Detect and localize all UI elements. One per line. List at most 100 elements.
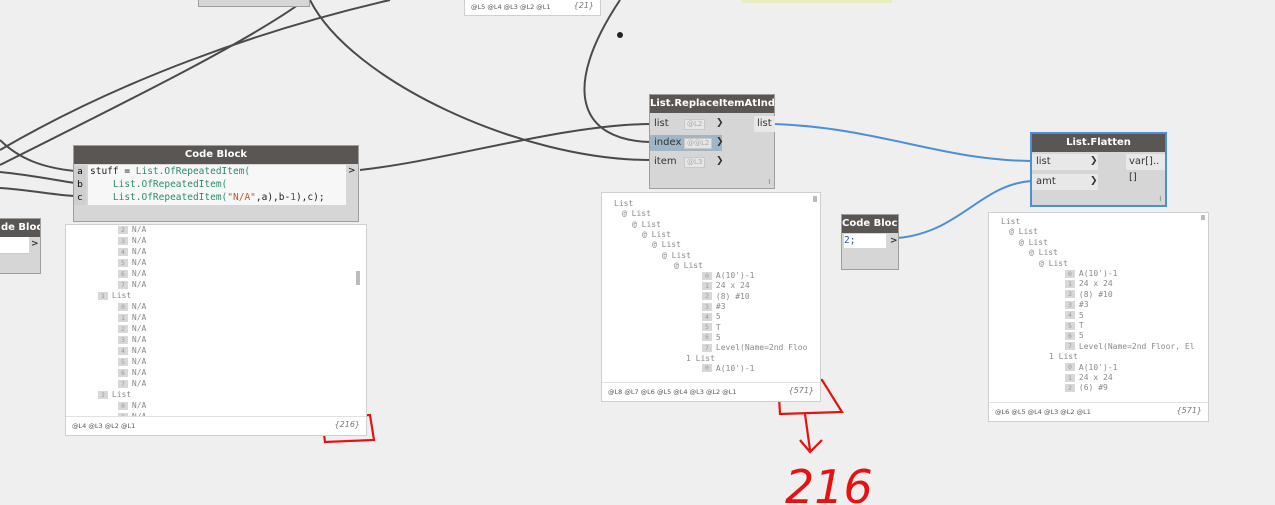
list-value: 24 x 24 [1078,279,1113,289]
list-item: @ List [662,251,691,261]
input-port-b[interactable]: b [74,179,86,192]
list-value: 5 [1078,310,1084,320]
list-item: 2 N/A [118,225,146,235]
list-index: 3 [702,302,712,311]
list-item: 1 List [686,354,715,364]
list-item: @ List [622,209,651,219]
canvas-dot [617,32,623,38]
list-item: 6 N/A [118,269,146,279]
list-value: List [614,199,634,208]
list-item: 2 (6) #9 [1065,383,1108,393]
node-title: Code Block [842,215,898,233]
list-item: 0 A(10')-1 [702,364,754,374]
list-value: 1 List [1049,352,1078,362]
preview-levels: @L5 @L4 @L3 @L2 @L1 [471,3,551,11]
list-item: 0 N/A [118,302,146,312]
code-block-preview[interactable]: 2 N/A 3 N/A 4 N/A 5 N/A 6 N/A 7 N/A 1 List 0 N/A 1 N/A 2 N/… [65,224,367,436]
list-item: @ List [1029,248,1058,258]
top-node-partial[interactable] [198,0,310,7]
list-index: 1 [118,313,128,322]
note-partial[interactable] [742,0,892,3]
list-value: N/A [131,225,147,234]
wire-active [774,123,1032,162]
list-item: 7 N/A [118,379,146,389]
list-index: 5 [118,357,128,366]
preview-count: {21} [573,1,594,10]
wire [309,0,651,161]
input-port-a[interactable]: a [74,166,86,179]
scrollbar[interactable] [356,271,360,285]
list-item: @ List [642,230,671,240]
list-item: 65 [1065,331,1084,341]
output-port-var[interactable]: var[]..[] [1126,154,1165,183]
node-title: List.Flatten [1032,134,1165,152]
list-flatten-node[interactable]: List.Flatten list amt ❯ ❯ var[]..[] l [1030,132,1167,207]
code-block-node[interactable]: Code Block a b c stuff = List.OfRepeated… [73,145,359,222]
port-arrow: ❯ [1090,156,1098,166]
preview-levels: @L6 @L5 @L4 @L3 @L2 @L1 [995,408,1091,416]
lacing-badge[interactable]: @L2 [684,119,706,130]
list-index: 6 [118,368,128,377]
lacing-badge[interactable]: @@L2 [684,138,713,149]
list-value: N/A [131,236,147,245]
list-index: 4 [1065,311,1075,320]
lacing-badge[interactable]: @L3 [684,157,706,168]
list-value: N/A [131,324,147,333]
list-index: 4 [702,312,712,321]
node-title: List.ReplaceItemAtIndex [650,95,774,113]
list-index: 7 [1065,342,1075,351]
output-port-list[interactable]: list [754,116,775,132]
list-item: 45 [702,312,721,322]
port-arrow: ❯ [716,137,724,147]
list-value: 24 x 24 [1078,373,1113,382]
list-item: 1 List [98,291,131,301]
list-item: 1 24 x 24 [1065,373,1113,383]
list-value: N/A [131,335,147,344]
list-item: 3 N/A [118,335,146,345]
output-port-arrow[interactable]: > [348,166,356,176]
code-editor[interactable]: stuff = List.OfRepeatedItem( List.OfRepe… [88,165,346,205]
code-line-1: stuff = List.OfRepeatedItem( [90,166,251,177]
scrollbar[interactable] [813,196,817,202]
input-port-list[interactable]: list [1032,154,1098,170]
list-value: N/A [131,280,147,289]
list-value: N/A [131,313,147,322]
wire [583,0,651,143]
list-item: 3 #3 [1065,300,1089,310]
list-item: 6 N/A [118,368,146,378]
list-value: List [111,390,132,399]
list-item: @ List [632,220,661,230]
replace-item-node[interactable]: List.ReplaceItemAtIndex list index item … [649,94,775,189]
preview-count: {571} [788,386,814,395]
list-item: List [614,199,633,209]
list-value: @ List [642,229,671,239]
list-value: @ List [632,219,661,229]
port-label: a [77,167,83,177]
list-value: (6) #9 [1078,383,1108,393]
wire [0,0,391,151]
output-port-arrow[interactable]: > [31,239,39,249]
list-index: 1 [1065,279,1075,288]
list-value: 1 List [686,353,715,363]
list-value: #3 [1078,300,1089,310]
wire [0,187,76,197]
list-value: @ List [652,240,681,250]
list-value: 5 [1078,331,1084,341]
list-flatten-preview[interactable]: List @ List @ List @ List @ List 0 A(10')-1 1 24… [988,212,1209,422]
code-line-3: List.OfRepeatedItem("N/A",a),b-1),c); [112,192,325,203]
code-block-small-node[interactable]: Code Block 2; > [841,214,899,270]
top-preview-partial[interactable]: @L5 @L4 @L3 @L2 @L1 {21} [464,0,601,16]
scrollbar[interactable] [1201,215,1205,220]
input-port-c[interactable]: c [74,192,86,205]
code-block-left-node[interactable]: de Block > [0,218,41,274]
code-editor[interactable]: 2; [844,234,886,248]
replace-item-preview[interactable]: List @ List @ List @ List @ List @ List @ List… [601,192,821,402]
list-value: A(10')-1 [1078,362,1118,372]
input-port-amt[interactable]: amt [1032,174,1098,190]
output-port-arrow[interactable]: > [890,236,898,246]
preview-count: {216} [334,420,360,429]
list-value: #3 [715,302,726,311]
list-index: 5 [1065,321,1075,330]
list-value: A(10')-1 [715,363,755,373]
wire [0,0,306,166]
